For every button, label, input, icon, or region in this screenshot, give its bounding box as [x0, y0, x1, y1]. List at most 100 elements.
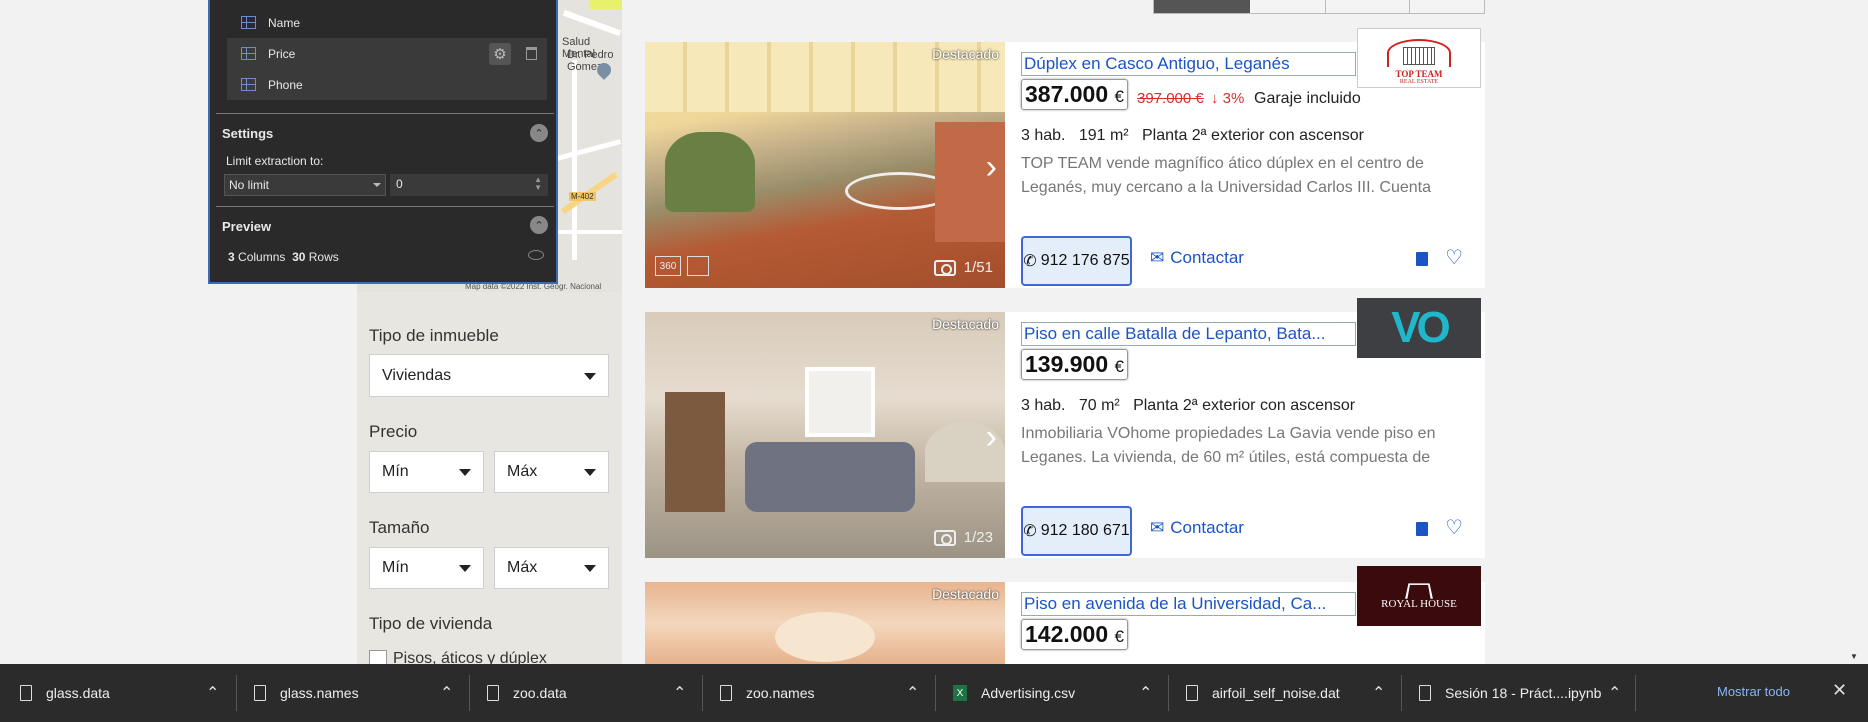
property-type-select[interactable]: Viviendas: [369, 354, 609, 397]
chat-icon: ✉: [1150, 248, 1165, 267]
sort-tab-active[interactable]: [1154, 0, 1250, 13]
chevron-down-icon: [584, 565, 596, 572]
agency-name: VO: [1391, 303, 1451, 352]
field-row[interactable]: Name: [227, 7, 547, 38]
chevron-up-icon[interactable]: ⌃: [206, 683, 219, 703]
collapse-icon[interactable]: ⌃: [530, 124, 548, 142]
price-min-value: Mín: [382, 463, 409, 480]
listing-card[interactable]: Destacado › 1/23 Piso en calle Batalla d…: [645, 298, 1485, 558]
limit-select-value: No limit: [229, 178, 270, 192]
listing-description[interactable]: TOP TEAM vende magnífico ático dúplex en…: [1021, 152, 1441, 200]
chevron-up-icon[interactable]: ⌃: [906, 683, 919, 703]
extraction-panel: Name Price ⚙ Phone Settings ⌃ Limit extr…: [208, 0, 558, 284]
gear-icon[interactable]: ⚙: [489, 43, 511, 65]
contact-button[interactable]: ✉ Contactar: [1150, 518, 1244, 538]
360-icon[interactable]: 360: [655, 256, 681, 276]
scroll-down-icon[interactable]: ▼: [1850, 652, 1858, 661]
download-item[interactable]: glass.names ⌃: [254, 664, 454, 722]
chevron-down-icon: [459, 565, 471, 572]
chevron-up-icon[interactable]: ⌃: [1608, 683, 1621, 703]
dwelling-option[interactable]: Pisos, áticos y dúplex: [369, 650, 547, 664]
listing-photo[interactable]: Destacado › 1/23: [645, 312, 1005, 558]
limit-select[interactable]: No limit: [224, 174, 386, 196]
download-item[interactable]: zoo.names ⌃: [720, 664, 920, 722]
agency-logo[interactable]: VO: [1357, 298, 1481, 358]
file-icon: [720, 685, 732, 701]
table-icon: [241, 78, 256, 91]
favorite-icon[interactable]: ♡: [1445, 245, 1463, 270]
stepper-icon[interactable]: ▲ ▼: [534, 176, 542, 192]
contact-button[interactable]: ✉ Contactar: [1150, 248, 1244, 268]
separator: [469, 675, 470, 711]
house-logo-icon: [1405, 583, 1433, 599]
size-max-select[interactable]: Máx: [494, 547, 609, 589]
agency-logo[interactable]: TOP TEAM REAL ESTATE: [1357, 28, 1481, 88]
price-min-select[interactable]: Mín: [369, 451, 484, 493]
listing-photo[interactable]: Destacado › 360 1/51: [645, 42, 1005, 288]
chat-icon: ✉: [1150, 518, 1165, 537]
listing-photo[interactable]: Destacado: [645, 582, 1005, 664]
next-photo-icon[interactable]: ›: [986, 150, 997, 184]
phone-icon: ✆: [1023, 523, 1037, 540]
phone-button[interactable]: ✆ 912 176 875: [1021, 236, 1132, 286]
listing-card[interactable]: Destacado › 360 1/51 Dúplex en Casco Ant…: [645, 28, 1485, 288]
photo-count: 1/51: [963, 259, 993, 276]
divider: [216, 113, 554, 114]
show-all-button[interactable]: Mostrar todo: [1717, 684, 1790, 699]
dwelling-type-label: Tipo de vivienda: [369, 614, 493, 633]
size-min-select[interactable]: Mín: [369, 547, 484, 589]
agency-name: TOP TEAM: [1395, 69, 1443, 79]
price-max-select[interactable]: Máx: [494, 451, 609, 493]
download-item[interactable]: airfoil_self_noise.dat ⌃: [1186, 664, 1386, 722]
floorplan-icon[interactable]: [687, 256, 709, 276]
contact-label: Contactar: [1170, 518, 1244, 537]
download-name: zoo.data: [513, 685, 567, 701]
sort-tab[interactable]: [1326, 0, 1410, 13]
listing-card[interactable]: Destacado Piso en avenida de la Universi…: [645, 566, 1485, 664]
floor: Planta 2ª exterior con ascensor: [1141, 127, 1365, 144]
size: 70 m²: [1078, 397, 1120, 414]
limit-input[interactable]: 0 ▲ ▼: [390, 174, 548, 196]
download-item[interactable]: X Advertising.csv ⌃: [953, 664, 1153, 722]
currency: €: [1114, 627, 1124, 646]
download-name: zoo.names: [746, 685, 815, 701]
discard-icon[interactable]: [1416, 522, 1428, 536]
discard-icon[interactable]: [1416, 252, 1428, 266]
agency-sub: REAL ESTATE: [1399, 79, 1439, 85]
phone-number: 912 176 875: [1040, 252, 1130, 269]
eye-icon[interactable]: [528, 250, 544, 260]
collapse-icon[interactable]: ⌃: [530, 216, 548, 234]
currency: €: [1114, 87, 1124, 106]
sort-tab[interactable]: [1250, 0, 1326, 13]
field-row[interactable]: Price ⚙: [227, 38, 547, 69]
download-item[interactable]: glass.data ⌃: [20, 664, 220, 722]
chevron-up-icon[interactable]: ⌃: [673, 683, 686, 703]
checkbox[interactable]: [369, 650, 387, 664]
trash-icon[interactable]: [526, 47, 537, 60]
chevron-up-icon[interactable]: ⌃: [1372, 683, 1385, 703]
next-photo-icon[interactable]: ›: [986, 420, 997, 454]
field-name: Phone: [268, 77, 303, 92]
chevron-down-icon: [584, 469, 596, 476]
listing-title[interactable]: Piso en avenida de la Universidad, Ca...: [1021, 592, 1356, 616]
divider: [216, 206, 554, 207]
listing-description[interactable]: Inmobiliaria VOhome propiedades La Gavia…: [1021, 422, 1441, 470]
preview-summary: 3 Columns 30 Rows: [228, 250, 339, 264]
download-name: Sesión 18 - Práct....ipynb: [1445, 685, 1602, 701]
field-name: Price: [268, 46, 296, 61]
favorite-icon[interactable]: ♡: [1445, 515, 1463, 540]
limit-label: Limit extraction to:: [226, 154, 324, 168]
download-name: Advertising.csv: [981, 685, 1076, 701]
listing-title[interactable]: Dúplex en Casco Antiguo, Leganés: [1021, 52, 1356, 76]
close-icon[interactable]: ✕: [1832, 680, 1847, 701]
field-row[interactable]: Phone: [227, 69, 547, 100]
photo-count: 1/23: [963, 529, 993, 546]
download-item[interactable]: Sesión 18 - Práct....ipynb ⌃: [1419, 664, 1629, 722]
phone-button[interactable]: ✆ 912 180 671: [1021, 506, 1132, 556]
chevron-down-icon: [459, 469, 471, 476]
listing-title[interactable]: Piso en calle Batalla de Lepanto, Bata..…: [1021, 322, 1356, 346]
download-item[interactable]: zoo.data ⌃: [487, 664, 687, 722]
agency-logo[interactable]: ROYAL HOUSE: [1357, 566, 1481, 626]
chevron-up-icon[interactable]: ⌃: [1139, 683, 1152, 703]
chevron-up-icon[interactable]: ⌃: [440, 683, 453, 703]
